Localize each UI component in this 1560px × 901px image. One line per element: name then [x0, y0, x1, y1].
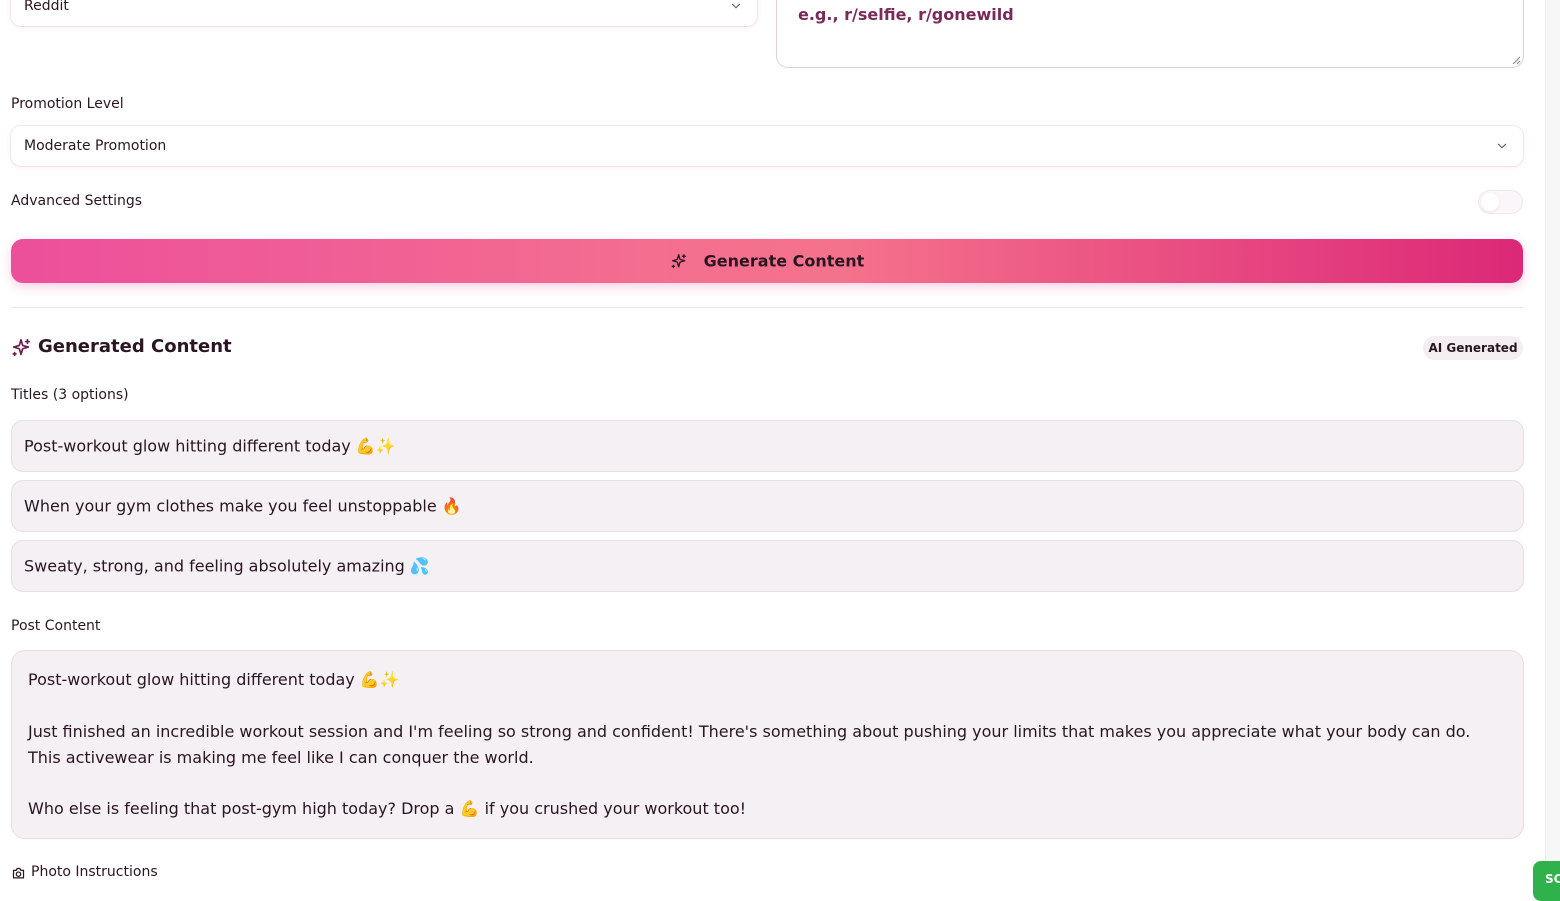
ai-generated-badge: AI Generated	[1423, 336, 1523, 360]
generate-content-button[interactable]: Generate Content	[11, 239, 1523, 283]
photo-instructions-label: Photo Instructions	[31, 864, 158, 880]
subreddits-placeholder: e.g., r/selfie, r/gonewild	[798, 5, 1014, 24]
post-paragraph: Who else is feeling that post-gym high t…	[28, 799, 747, 818]
floating-action-button[interactable]: SC	[1533, 861, 1560, 901]
platform-select[interactable]: Reddit	[11, 0, 757, 26]
chevron-down-icon	[1497, 143, 1507, 149]
generated-content-title: Generated Content	[38, 336, 232, 357]
promotion-level-label: Promotion Level	[11, 96, 124, 112]
title-option-text: Post-workout glow hitting different toda…	[24, 436, 396, 456]
toggle-knob	[1481, 193, 1499, 211]
platform-select-value: Reddit	[24, 0, 69, 14]
chevron-down-icon	[731, 3, 741, 9]
title-option[interactable]: Post-workout glow hitting different toda…	[11, 420, 1524, 472]
title-option-text: Sweaty, strong, and feeling absolutely a…	[24, 556, 430, 576]
subreddits-textarea[interactable]: e.g., r/selfie, r/gonewild	[776, 0, 1524, 68]
title-option[interactable]: Sweaty, strong, and feeling absolutely a…	[11, 540, 1524, 592]
advanced-settings-label: Advanced Settings	[11, 193, 143, 209]
camera-icon	[12, 867, 25, 879]
promotion-level-value: Moderate Promotion	[24, 138, 167, 154]
title-option[interactable]: When your gym clothes make you feel unst…	[11, 480, 1524, 532]
post-content-box[interactable]: Post-workout glow hitting different toda…	[11, 650, 1524, 839]
scrollbar[interactable]	[1545, 0, 1560, 896]
section-divider	[11, 307, 1523, 308]
generate-content-label: Generate Content	[703, 251, 865, 271]
post-content-label: Post Content	[11, 618, 101, 634]
title-option-text: When your gym clothes make you feel unst…	[24, 496, 462, 516]
post-paragraph: Just finished an incredible workout sess…	[28, 722, 1471, 767]
post-paragraph: Post-workout glow hitting different toda…	[28, 670, 400, 689]
advanced-settings-toggle[interactable]	[1478, 190, 1523, 214]
resize-handle-icon[interactable]	[1511, 55, 1521, 65]
promotion-level-select[interactable]: Moderate Promotion	[11, 126, 1523, 166]
sparkles-icon	[12, 338, 31, 357]
titles-label: Titles (3 options)	[11, 387, 129, 403]
sparkles-icon	[671, 253, 687, 268]
